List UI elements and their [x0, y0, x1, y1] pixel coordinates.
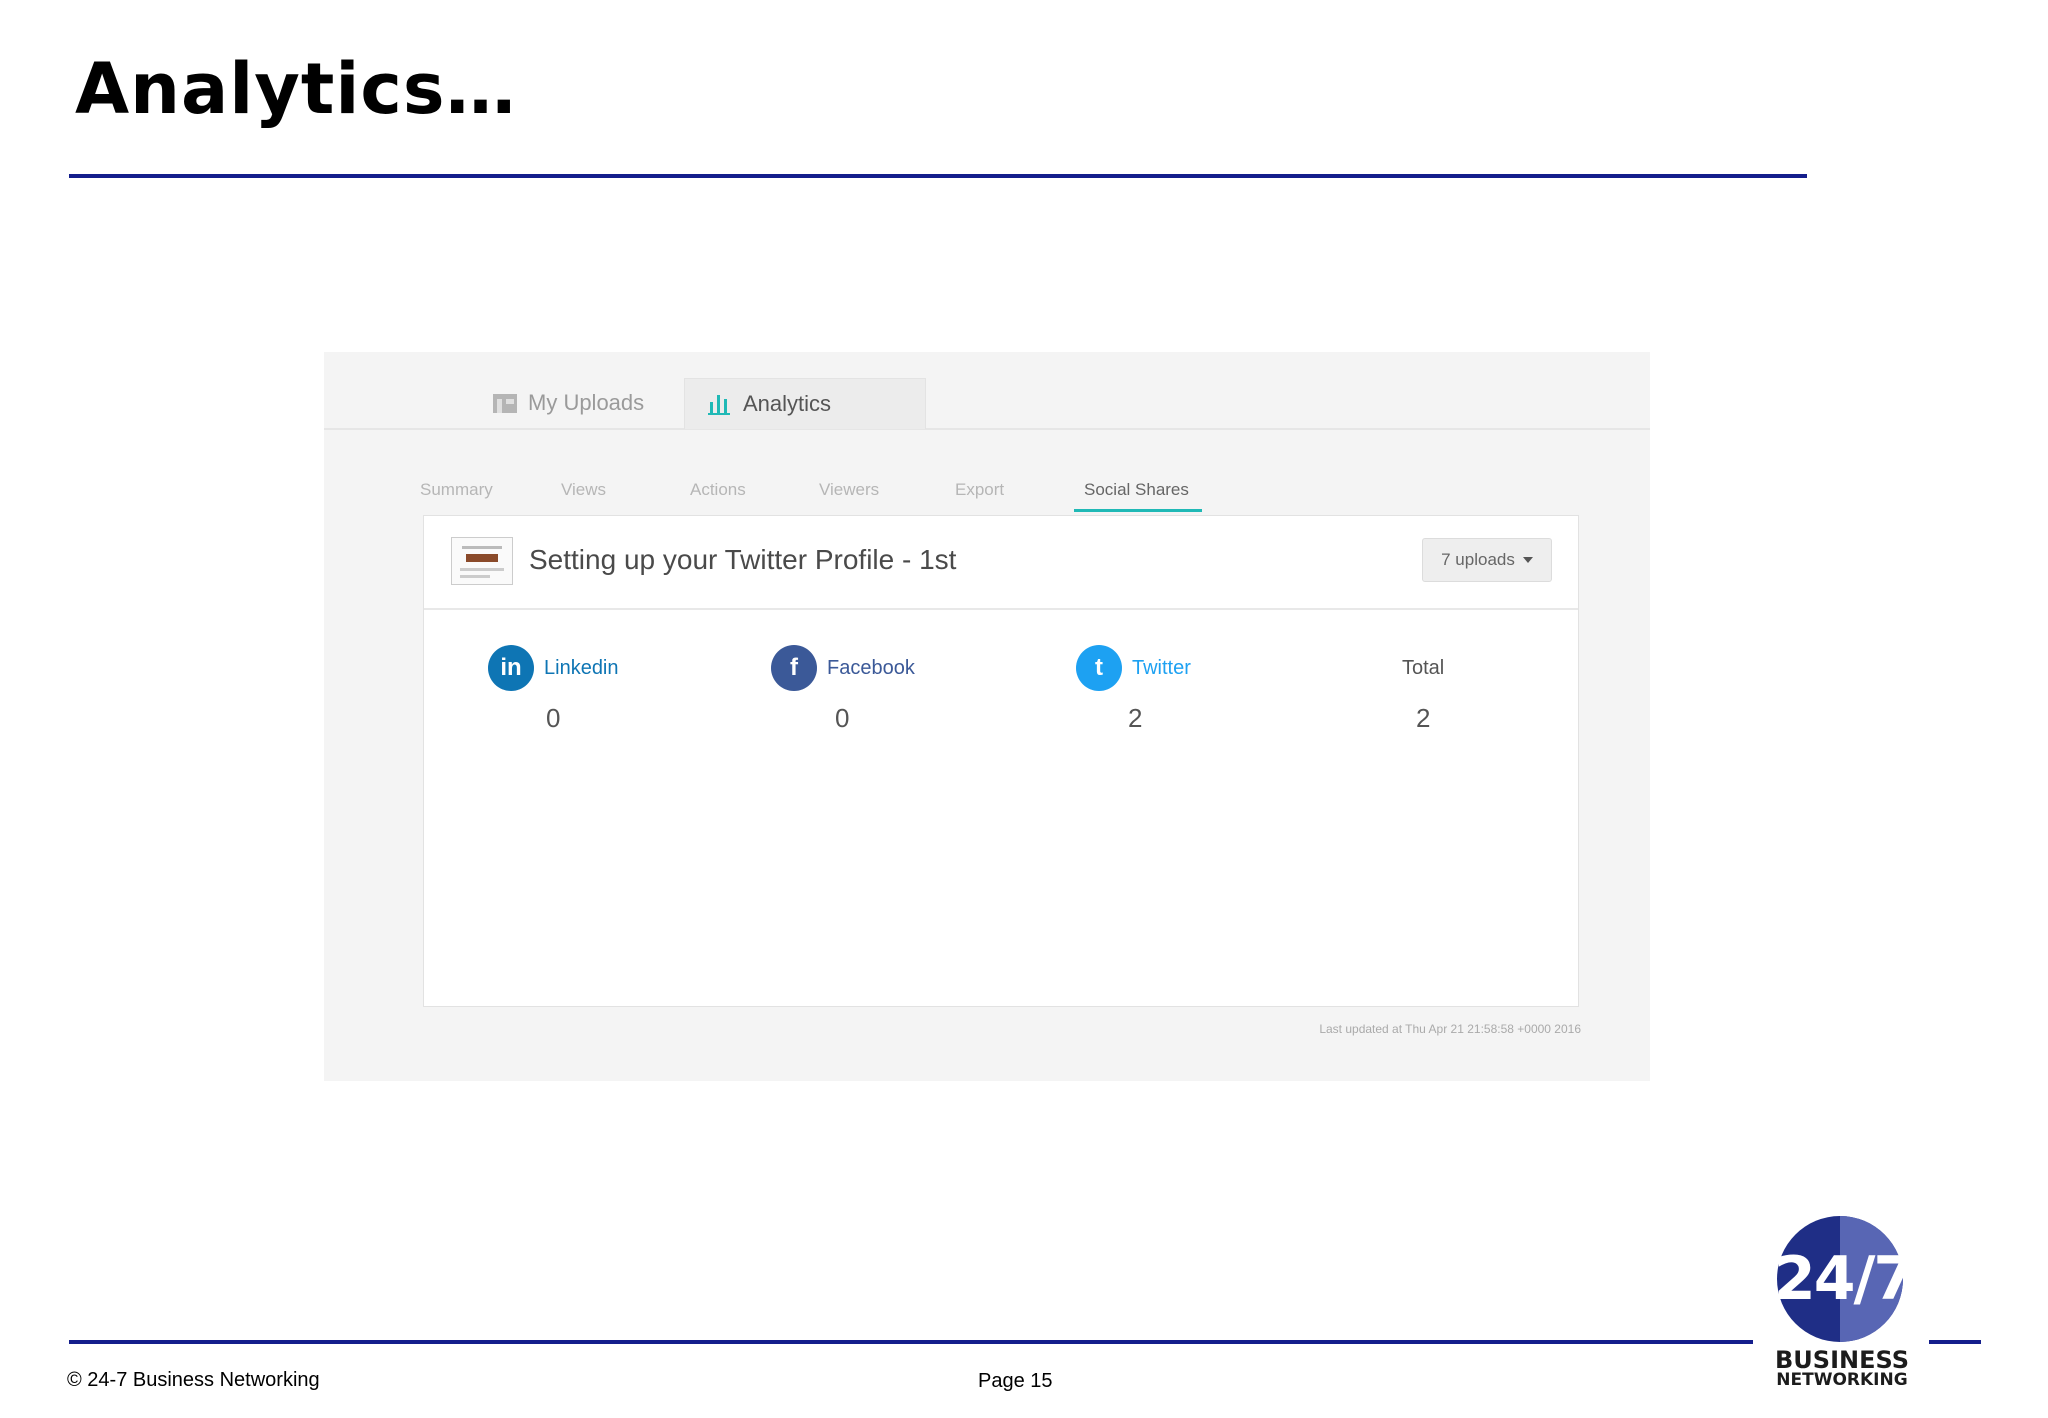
tab-label: Analytics: [743, 391, 832, 416]
footer-divider-right: [1929, 1340, 1981, 1344]
stat-facebook: f Facebook 0: [771, 643, 915, 733]
uploads-dropdown[interactable]: 7 uploads: [1422, 538, 1552, 582]
card-header: Setting up your Twitter Profile - 1st 7 …: [424, 516, 1578, 610]
subtab-export[interactable]: Export: [955, 480, 1004, 500]
logo-number: 24/7: [1774, 1244, 1915, 1314]
footer-divider: [69, 1340, 1753, 1344]
stat-linkedin: in Linkedin 0: [488, 643, 619, 733]
stat-value: 0: [546, 703, 561, 733]
stat-value: 0: [835, 703, 850, 733]
uploads-dropdown-label: 7 uploads: [1441, 550, 1515, 569]
analytics-screenshot: My Uploads Analytics Summary Views Actio…: [324, 352, 1650, 1081]
folder-icon: [492, 391, 518, 415]
slide-title: Analytics…: [75, 48, 517, 130]
social-shares-card: Setting up your Twitter Profile - 1st 7 …: [423, 515, 1579, 1007]
document-thumbnail: [451, 537, 513, 585]
caret-down-icon: [1522, 557, 1533, 563]
stat-twitter: t Twitter 2: [1076, 643, 1191, 733]
stat-label: Total: [1402, 656, 1445, 679]
bar-chart-icon: [707, 392, 733, 416]
page-number: Page 15: [978, 1370, 1053, 1392]
tab-bar: My Uploads Analytics: [324, 352, 1650, 430]
stat-label[interactable]: Twitter: [1132, 657, 1191, 680]
document-title: Setting up your Twitter Profile - 1st: [529, 544, 957, 575]
last-updated-text: Last updated at Thu Apr 21 21:58:58 +000…: [1319, 1022, 1581, 1036]
title-divider: [69, 174, 1807, 178]
stat-total: Total 2: [1402, 643, 1445, 734]
subtab-summary[interactable]: Summary: [420, 480, 493, 500]
stat-label[interactable]: Facebook: [827, 657, 915, 680]
active-subtab-indicator: [1074, 509, 1202, 512]
tab-analytics[interactable]: Analytics: [684, 378, 926, 429]
subtab-viewers[interactable]: Viewers: [819, 480, 879, 500]
logo-word-networking: NETWORKING: [1776, 1370, 1908, 1390]
linkedin-icon[interactable]: in: [488, 645, 534, 691]
facebook-icon[interactable]: f: [771, 645, 817, 691]
subtab-actions[interactable]: Actions: [690, 480, 746, 500]
twitter-icon[interactable]: t: [1076, 645, 1122, 691]
stat-value: 2: [1128, 703, 1143, 733]
subtab-views[interactable]: Views: [561, 480, 606, 500]
tab-label: My Uploads: [528, 390, 645, 415]
tab-my-uploads[interactable]: My Uploads: [470, 378, 666, 428]
business-networking-logo: 24/7 BUSINESS NETWORKING: [1774, 1216, 1915, 1392]
stat-value: 2: [1416, 703, 1431, 733]
subtab-social-shares[interactable]: Social Shares: [1084, 480, 1189, 500]
footer-copyright: © 24-7 Business Networking: [67, 1369, 320, 1391]
stat-label[interactable]: Linkedin: [544, 657, 619, 680]
